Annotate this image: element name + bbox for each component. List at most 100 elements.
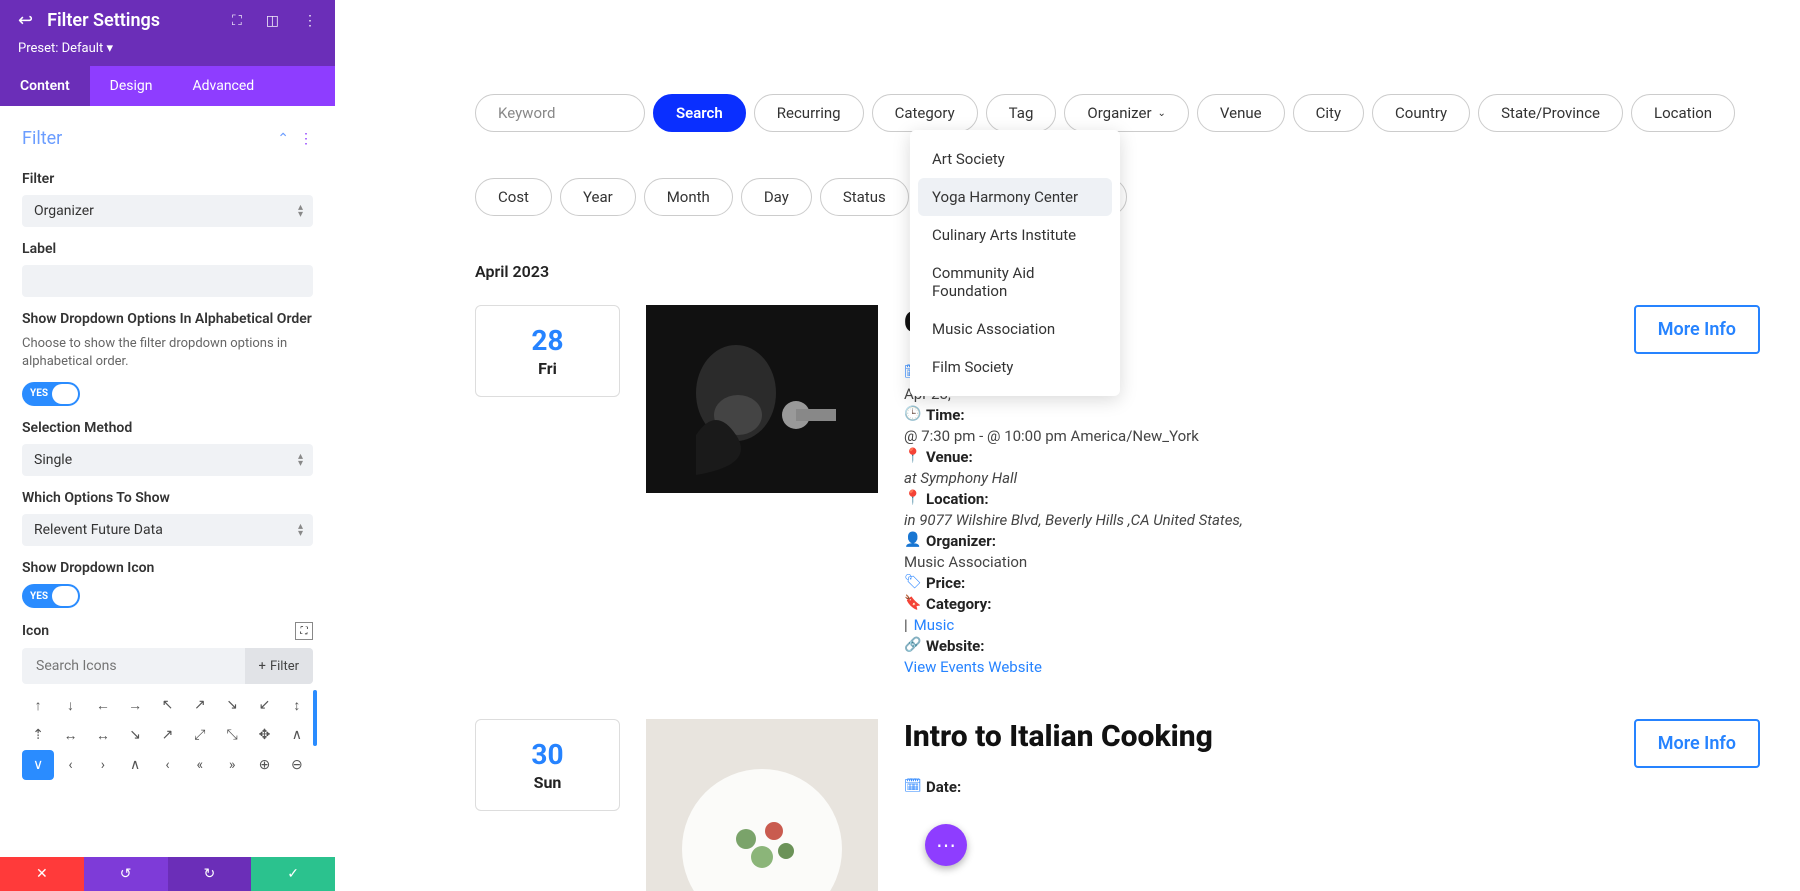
event-date-badge: 28 Fri — [475, 305, 620, 397]
alpha-order-label: Show Dropdown Options In Alphabetical Or… — [22, 311, 313, 327]
event-title: Intro to Italian Cooking — [904, 719, 1614, 754]
icon-option[interactable]: ∨ — [22, 750, 54, 780]
icon-option[interactable]: ⤢ — [184, 720, 216, 750]
icon-option[interactable]: ↔ — [54, 720, 86, 750]
icon-option[interactable]: ↘ — [216, 690, 248, 720]
icon-option[interactable]: ⇡ — [22, 720, 54, 750]
save-button[interactable]: ✓ — [251, 857, 335, 891]
dropdown-item[interactable]: Music Association — [918, 310, 1112, 348]
filter-pill-day[interactable]: Day — [741, 178, 812, 216]
icon-search-input[interactable] — [22, 648, 245, 684]
discard-button[interactable]: ✕ — [0, 857, 84, 891]
icon-scrollbar[interactable] — [313, 690, 317, 746]
icon-option[interactable]: ↕ — [281, 690, 313, 720]
icon-option[interactable]: ∧ — [281, 720, 313, 750]
filter-pill-category[interactable]: Category — [872, 94, 978, 132]
dropdown-item[interactable]: Community Aid Foundation — [918, 254, 1112, 310]
icon-option[interactable]: ↗ — [151, 720, 183, 750]
filter-field-label: Filter — [22, 171, 313, 187]
event-image — [646, 305, 878, 493]
filter-pill-search[interactable]: Search — [653, 94, 746, 132]
label-input[interactable] — [22, 265, 313, 297]
filter-row-1: KeywordSearchRecurringCategoryTagOrganiz… — [475, 94, 1760, 132]
which-options-select[interactable]: Relevent Future Data — [22, 514, 313, 546]
more-icon[interactable]: ⋮ — [303, 13, 317, 29]
label-field-label: Label — [22, 241, 313, 257]
icon-option[interactable]: → — [119, 690, 151, 720]
icon-option[interactable]: ‹ — [54, 750, 86, 780]
icon-option[interactable]: ‹ — [151, 750, 183, 780]
filter-pill-tag[interactable]: Tag — [986, 94, 1057, 132]
icon-option[interactable]: ↖ — [151, 690, 183, 720]
alpha-order-help: Choose to show the filter dropdown optio… — [22, 335, 313, 371]
section-filter-header[interactable]: Filter ⌃ ⋮ — [22, 120, 313, 157]
filter-pill-status[interactable]: Status — [820, 178, 909, 216]
panel-icon[interactable]: ◫ — [266, 13, 279, 29]
tab-content[interactable]: Content — [0, 66, 90, 106]
filter-pill-cost[interactable]: Cost — [475, 178, 552, 216]
icon-filter-button[interactable]: + Filter — [245, 648, 313, 684]
icon-option[interactable]: ✥ — [248, 720, 280, 750]
icon-grid: ↑↓←→↖↗↘↙↕⇡↔↔↘↗⤢⤡✥∧∨‹›∧‹«»⊕⊖ — [22, 690, 313, 780]
section-more-icon[interactable]: ⋮ — [299, 131, 313, 147]
filter-pill-organizer[interactable]: Organizer⌄ — [1064, 94, 1189, 132]
dropdown-item[interactable]: Culinary Arts Institute — [918, 216, 1112, 254]
event-card: 30 Sun Intro to Italian Cooking More Inf… — [475, 719, 1760, 891]
dropdown-item[interactable]: Yoga Harmony Center — [918, 178, 1112, 216]
filter-select[interactable]: Organizer — [22, 195, 313, 227]
event-date-badge: 30 Sun — [475, 719, 620, 811]
alpha-order-toggle[interactable]: YES — [22, 382, 80, 406]
user-icon: 👤 — [904, 532, 920, 548]
filter-pill-stateprovince[interactable]: State/Province — [1478, 94, 1623, 132]
icon-option[interactable]: ↗ — [184, 690, 216, 720]
icon-option[interactable]: ⊖ — [281, 750, 313, 780]
icon-option[interactable]: › — [87, 750, 119, 780]
filter-pill-location[interactable]: Location — [1631, 94, 1735, 132]
selection-method-select[interactable]: Single — [22, 444, 313, 476]
icon-option[interactable]: ← — [87, 690, 119, 720]
icon-option[interactable]: ⊕ — [248, 750, 280, 780]
more-info-button[interactable]: More Info — [1634, 719, 1760, 768]
filter-pill-venue[interactable]: Venue — [1197, 94, 1285, 132]
filter-pill-recurring[interactable]: Recurring — [754, 94, 864, 132]
icon-option[interactable]: » — [216, 750, 248, 780]
tag-icon: 🏷 — [904, 574, 920, 590]
event-meta: 🗓Date: — [904, 778, 1760, 796]
icon-option[interactable]: ↘ — [119, 720, 151, 750]
fab-more-icon[interactable]: ⋯ — [925, 824, 967, 866]
sidebar-tabs: Content Design Advanced — [0, 66, 335, 106]
event-meta: 🗓Date Apr 28, 🕒Time: @ 7:30 pm - @ 10:00… — [904, 364, 1760, 676]
fullscreen-icon[interactable]: ⛶ — [232, 13, 242, 29]
filter-pill-keyword[interactable]: Keyword — [475, 94, 645, 132]
tab-design[interactable]: Design — [90, 66, 173, 106]
undo-button[interactable]: ↺ — [84, 857, 168, 891]
dropdown-item[interactable]: Art Society — [918, 140, 1112, 178]
icon-option[interactable]: ↔ — [87, 720, 119, 750]
back-icon[interactable]: ↩ — [18, 10, 33, 31]
preset-selector[interactable]: Preset: Default ▾ — [0, 41, 335, 66]
icon-option[interactable]: ⤡ — [216, 720, 248, 750]
organizer-dropdown: Art SocietyYoga Harmony CenterCulinary A… — [910, 130, 1120, 396]
chevron-down-icon: ⌄ — [1158, 108, 1166, 119]
show-icon-label: Show Dropdown Icon — [22, 560, 313, 576]
website-link[interactable]: View Events Website — [904, 658, 1042, 676]
more-info-button[interactable]: More Info — [1634, 305, 1760, 354]
filter-pill-year[interactable]: Year — [560, 178, 636, 216]
category-link[interactable]: Music — [914, 616, 955, 634]
filter-pill-month[interactable]: Month — [644, 178, 733, 216]
icon-expand-icon[interactable]: ⛶ — [295, 622, 313, 640]
filter-pill-country[interactable]: Country — [1372, 94, 1470, 132]
icon-option[interactable]: ↑ — [22, 690, 54, 720]
icon-option[interactable]: ↓ — [54, 690, 86, 720]
settings-sidebar: ↩ Filter Settings ⛶ ◫ ⋮ Preset: Default … — [0, 0, 335, 891]
chevron-up-icon: ⌃ — [277, 131, 289, 147]
dropdown-item[interactable]: Film Society — [918, 348, 1112, 386]
icon-option[interactable]: « — [184, 750, 216, 780]
filter-pill-city[interactable]: City — [1293, 94, 1364, 132]
icon-option[interactable]: ↙ — [248, 690, 280, 720]
which-options-label: Which Options To Show — [22, 490, 313, 506]
redo-button[interactable]: ↻ — [168, 857, 252, 891]
icon-option[interactable]: ∧ — [119, 750, 151, 780]
tab-advanced[interactable]: Advanced — [173, 66, 275, 106]
show-icon-toggle[interactable]: YES — [22, 584, 80, 608]
